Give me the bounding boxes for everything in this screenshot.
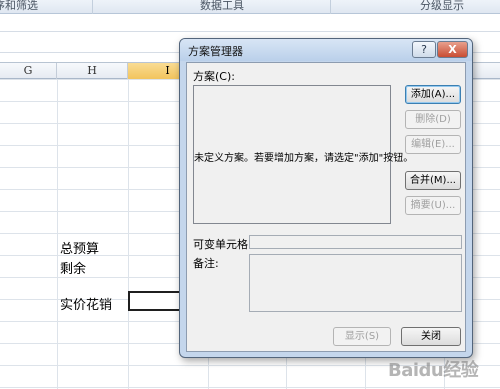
- comment-field: [249, 254, 462, 312]
- cell-actual-spend[interactable]: 实价花销: [60, 294, 112, 313]
- cell-remaining[interactable]: 剩余: [60, 258, 86, 277]
- column-header-h[interactable]: H: [57, 63, 128, 79]
- watermark-text: Baidu经验: [388, 360, 479, 381]
- changing-cells-field: [249, 235, 462, 249]
- dialog-body: 方案(C): 未定义方案。若要增加方案，请选定"添加"按钮。 添加(A)... …: [186, 62, 466, 352]
- show-button[interactable]: 显示(S): [333, 327, 391, 346]
- ribbon-separator: [92, 0, 93, 14]
- scenario-list[interactable]: 未定义方案。若要增加方案，请选定"添加"按钮。: [193, 85, 414, 224]
- grid-line: [0, 387, 500, 388]
- baidu-watermark: Baidu经验: [386, 352, 498, 382]
- scenarios-label: 方案(C):: [193, 70, 235, 83]
- cell-total-budget[interactable]: 总预算: [60, 238, 99, 257]
- merge-button[interactable]: 合并(M)...: [405, 171, 461, 190]
- ribbon-group-labels: 序和筛选 数据工具 分级显示: [0, 0, 500, 14]
- active-cell[interactable]: [128, 291, 182, 311]
- help-button[interactable]: ?: [412, 41, 436, 58]
- changing-cells-label: 可变单元格:: [193, 238, 252, 251]
- edit-button[interactable]: 编辑(E)...: [405, 135, 461, 154]
- add-button[interactable]: 添加(A)...: [405, 85, 461, 104]
- ribbon-label-sort-filter: 序和筛选: [0, 0, 38, 12]
- column-header-g[interactable]: G: [0, 63, 57, 79]
- dialog-title: 方案管理器: [188, 45, 243, 58]
- delete-button[interactable]: 删除(D): [405, 110, 461, 129]
- ribbon-label-outline: 分级显示: [420, 0, 464, 12]
- scenario-manager-dialog: 方案管理器 ? X 方案(C): 未定义方案。若要增加方案，请选定"添加"按钮。…: [179, 38, 473, 358]
- empty-scenarios-message: 未定义方案。若要增加方案，请选定"添加"按钮。: [194, 153, 414, 164]
- close-button[interactable]: 关闭: [401, 327, 461, 346]
- divider: [0, 31, 500, 32]
- ribbon-label-data-tools: 数据工具: [200, 0, 244, 12]
- comment-label: 备注:: [193, 257, 219, 270]
- dialog-titlebar[interactable]: 方案管理器 ? X: [180, 39, 472, 61]
- close-window-button[interactable]: X: [437, 41, 468, 58]
- summary-button[interactable]: 摘要(U)...: [405, 196, 461, 215]
- ribbon-separator: [330, 0, 331, 14]
